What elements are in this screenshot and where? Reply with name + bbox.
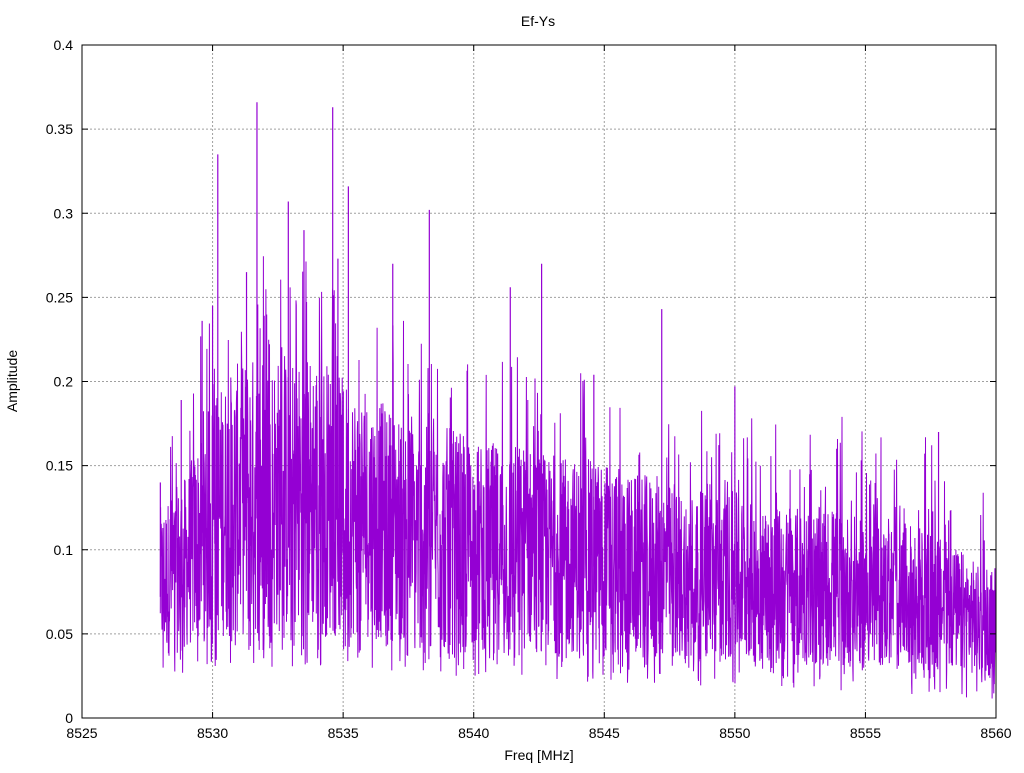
- data-series: [159, 102, 997, 699]
- x-tick-label: 8560: [980, 725, 1011, 741]
- x-tick-label: 8525: [66, 725, 97, 741]
- x-tick-label: 8550: [719, 725, 750, 741]
- y-tick-label: 0.05: [46, 626, 73, 642]
- y-tick-label: 0.15: [46, 458, 73, 474]
- chart-title: Ef-Ys: [521, 13, 555, 29]
- x-tick-label: 8540: [458, 725, 489, 741]
- y-tick-label: 0.3: [54, 205, 74, 221]
- y-tick-label: 0.25: [46, 289, 73, 305]
- y-tick-label: 0: [65, 710, 73, 726]
- chart: Ef-Ys 8525 8530 8535 8540 8545 8550 8555 8560 0 0…: [4, 13, 1012, 763]
- x-axis-label: Freq [MHz]: [504, 747, 573, 763]
- x-tick-label: 8535: [328, 725, 359, 741]
- x-tick-label: 8530: [197, 725, 228, 741]
- x-tick-label: 8545: [589, 725, 620, 741]
- x-tick-label: 8555: [850, 725, 881, 741]
- y-tick-label: 0.35: [46, 121, 73, 137]
- y-tick-label: 0.4: [54, 37, 74, 53]
- y-tick-label: 0.1: [54, 542, 74, 558]
- y-axis-label: Amplitude: [4, 350, 20, 412]
- signal-line: [159, 256, 997, 699]
- y-tick-label: 0.2: [54, 374, 74, 390]
